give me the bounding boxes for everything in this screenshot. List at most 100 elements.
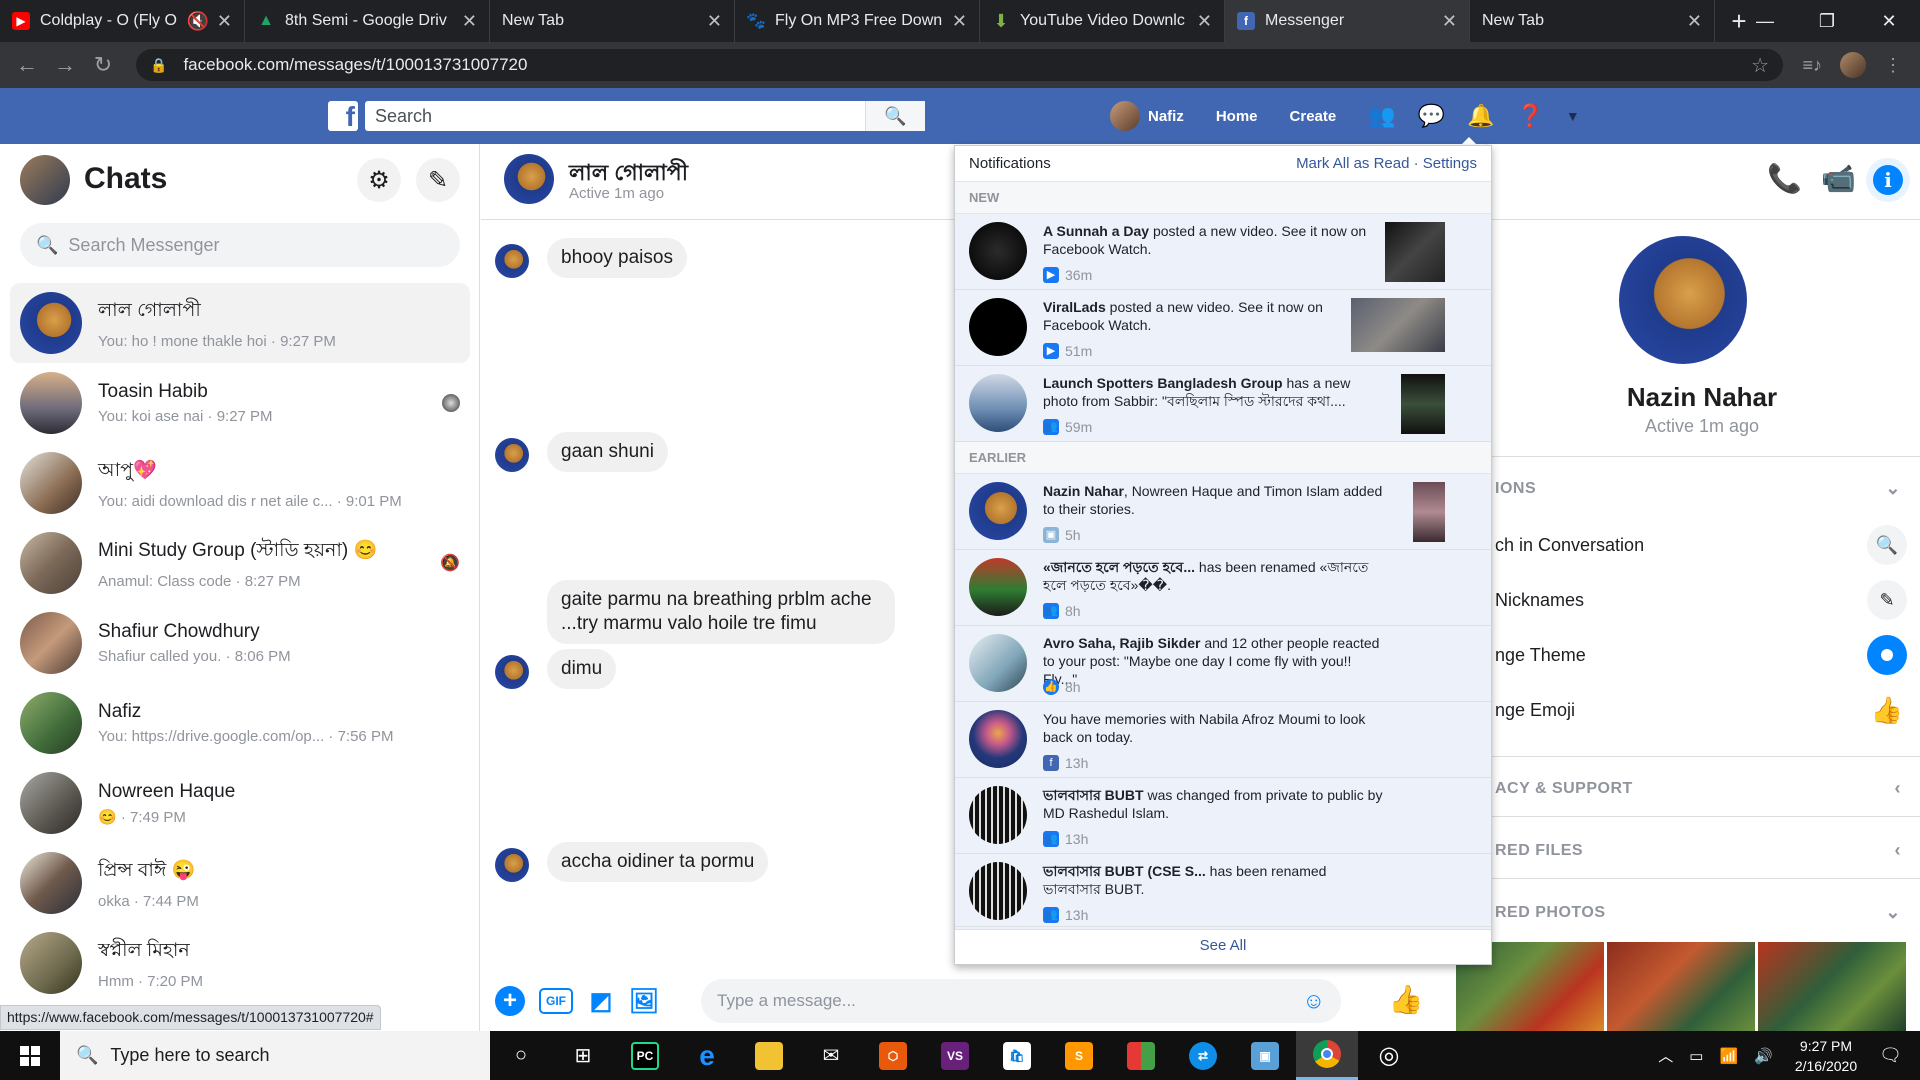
close-tab-icon[interactable]: ✕ xyxy=(1197,11,1212,32)
notification-item[interactable]: Avro Saha, Rajib Sikder and 12 other peo… xyxy=(955,626,1491,702)
close-window-icon[interactable]: ✕ xyxy=(1858,0,1920,42)
menu-dots-icon[interactable]: ⋮ xyxy=(1884,55,1902,76)
shared-photo[interactable] xyxy=(1758,942,1906,1031)
colorful-app-icon[interactable] xyxy=(1110,1031,1172,1080)
avatar[interactable] xyxy=(1619,236,1747,364)
bookmark-star-icon[interactable]: ☆ xyxy=(1751,53,1769,78)
edge-icon[interactable]: e xyxy=(676,1031,738,1080)
message-bubble[interactable]: gaite parmu na breathing prblm ache ...t… xyxy=(547,580,895,644)
browser-tab-6[interactable]: f Messenger ✕ xyxy=(1225,0,1470,42)
conversation-item[interactable]: লাল গোলাপী You: ho ! mone thakle hoi · 9… xyxy=(10,283,470,363)
notification-item[interactable]: Launch Spotters Bangladesh Group has a n… xyxy=(955,366,1491,442)
message-bubble[interactable]: accha oidiner ta pormu xyxy=(547,842,769,882)
profile-avatar[interactable] xyxy=(1840,52,1866,78)
notification-item[interactable]: ViralLads posted a new video. See it now… xyxy=(955,290,1491,366)
profile-link[interactable]: Nafiz xyxy=(1148,108,1184,125)
pycharm-icon[interactable]: PC xyxy=(614,1031,676,1080)
clock[interactable]: 9:27 PM 2/16/2020 xyxy=(1795,1036,1857,1076)
close-tab-icon[interactable]: ✕ xyxy=(1687,11,1702,32)
visual-studio-icon[interactable]: VS xyxy=(924,1031,986,1080)
browser-tab-4[interactable]: 🐾 Fly On MP3 Free Down ✕ xyxy=(735,0,980,42)
message-bubble[interactable]: bhooy paisos xyxy=(547,238,687,278)
close-tab-icon[interactable]: ✕ xyxy=(952,11,967,32)
minimize-icon[interactable]: — xyxy=(1734,0,1796,42)
search-icon[interactable]: 🔍 xyxy=(865,101,925,131)
avatar[interactable] xyxy=(20,155,70,205)
back-arrow-icon[interactable]: ← xyxy=(8,52,46,78)
search-in-conversation-row[interactable]: ch in Conversation 🔍 xyxy=(1487,525,1920,565)
options-header[interactable]: IONS ⌄ xyxy=(1487,478,1920,498)
home-link[interactable]: Home xyxy=(1216,108,1258,125)
forward-arrow-icon[interactable]: → xyxy=(46,52,84,78)
friend-requests-icon[interactable]: 👥 xyxy=(1368,103,1395,129)
notification-item[interactable]: A Sunnah a Day posted a new video. See i… xyxy=(955,214,1491,290)
nicknames-row[interactable]: Nicknames ✎ xyxy=(1487,580,1920,620)
restore-icon[interactable]: ❐ xyxy=(1796,0,1858,42)
shared-files-header[interactable]: RED FILES ‹ xyxy=(1487,840,1920,860)
speaker-muted-icon[interactable]: 🔇 xyxy=(186,11,208,32)
conversation-item[interactable]: Toasin Habib You: koi ase nai · 9:27 PM xyxy=(10,363,470,443)
phone-call-icon[interactable]: 📞 xyxy=(1767,162,1802,195)
virtualbox-icon[interactable]: ▣ xyxy=(1234,1031,1296,1080)
change-theme-row[interactable]: nge Theme xyxy=(1487,635,1920,675)
close-tab-icon[interactable]: ✕ xyxy=(217,11,232,32)
conversation-item[interactable]: Shafiur Chowdhury Shafiur called you. · … xyxy=(10,603,470,683)
battery-icon[interactable]: ▭ xyxy=(1689,1047,1703,1065)
conversation-item[interactable]: স্বপ্নীল মিহান Hmm · 7:20 PM xyxy=(10,923,470,1003)
conversation-item[interactable]: Mini Study Group (স্টাডি হয়না) 😊 Anamul… xyxy=(10,523,470,603)
file-explorer-icon[interactable] xyxy=(738,1031,800,1080)
conversation-item[interactable]: আপু💖 You: aidi download dis r net aile c… xyxy=(10,443,470,523)
sublime-text-icon[interactable]: S xyxy=(1048,1031,1110,1080)
notifications-bell-icon[interactable]: 🔔 xyxy=(1467,103,1494,129)
notification-item[interactable]: Nazin Nahar, Nowreen Haque and Timon Isl… xyxy=(955,474,1491,550)
taskbar-search-input[interactable]: 🔍 Type here to search xyxy=(60,1031,490,1080)
shared-photo[interactable] xyxy=(1607,942,1755,1031)
close-tab-icon[interactable]: ✕ xyxy=(462,11,477,32)
create-link[interactable]: Create xyxy=(1290,108,1337,125)
reload-icon[interactable]: ↻ xyxy=(84,52,122,78)
facebook-logo-icon[interactable]: f xyxy=(328,101,358,131)
browser-tab-7[interactable]: New Tab ✕ xyxy=(1470,0,1715,42)
store-icon[interactable]: 🛍 xyxy=(986,1031,1048,1080)
video-call-icon[interactable]: 📹 xyxy=(1821,162,1856,195)
mark-all-read-link[interactable]: Mark All as Read xyxy=(1296,155,1409,172)
html-editor-icon[interactable]: ⬡ xyxy=(862,1031,924,1080)
gif-icon[interactable]: GIF xyxy=(539,988,573,1014)
lock-icon[interactable]: 🔒 xyxy=(150,57,167,74)
chrome-icon[interactable] xyxy=(1296,1031,1358,1080)
close-tab-icon[interactable]: ✕ xyxy=(1442,11,1457,32)
message-input[interactable]: Type a message... ☺ xyxy=(701,979,1341,1023)
search-messenger-input[interactable]: 🔍 Search Messenger xyxy=(20,223,460,267)
message-bubble[interactable]: gaan shuni xyxy=(547,432,668,472)
notification-settings-link[interactable]: Settings xyxy=(1423,155,1477,172)
see-all-link[interactable]: See All xyxy=(955,926,1491,964)
settings-gear-icon[interactable]: ⚙ xyxy=(357,158,401,202)
show-hidden-icons-icon[interactable]: ︿ xyxy=(1658,1045,1673,1066)
profile-avatar[interactable] xyxy=(1110,101,1140,131)
thumbs-up-icon[interactable]: 👍 xyxy=(1389,984,1424,1015)
account-dropdown-icon[interactable]: ▼ xyxy=(1566,108,1580,124)
shared-photos-header[interactable]: RED PHOTOS ⌄ xyxy=(1487,902,1920,922)
address-bar[interactable]: 🔒 facebook.com/messages/t/10001373100772… xyxy=(136,49,1783,81)
sticker-icon[interactable]: ◩ xyxy=(586,986,616,1016)
browser-tab-5[interactable]: ⬇ YouTube Video Downlc ✕ xyxy=(980,0,1225,42)
notification-item[interactable]: ভালবাসার BUBT was changed from private t… xyxy=(955,778,1491,854)
browser-tab-3[interactable]: New Tab ✕ xyxy=(490,0,735,42)
media-control-icon[interactable]: ≡♪ xyxy=(1802,55,1822,76)
privacy-support-header[interactable]: ACY & SUPPORT ‹ xyxy=(1487,778,1920,798)
conversation-item[interactable]: প্রিন্স বাঈ 😜 okka · 7:44 PM xyxy=(10,843,470,923)
notification-item[interactable]: ভালবাসার BUBT (CSE S... has been renamed… xyxy=(955,854,1491,930)
emoji-icon[interactable]: ☺ xyxy=(1303,988,1325,1014)
new-message-button[interactable]: ✎ xyxy=(416,158,460,202)
notification-item[interactable]: You have memories with Nabila Afroz Moum… xyxy=(955,702,1491,778)
wifi-icon[interactable]: 📶 xyxy=(1719,1047,1738,1065)
plus-icon[interactable]: + xyxy=(495,986,525,1016)
help-icon[interactable]: ❓ xyxy=(1516,103,1543,129)
conversation-item[interactable]: Nafiz You: https://drive.google.com/op..… xyxy=(10,683,470,763)
teamviewer-icon[interactable]: ⇄ xyxy=(1172,1031,1234,1080)
browser-tab-2[interactable]: ▲ 8th Semi - Google Driv ✕ xyxy=(245,0,490,42)
task-view-timeline-icon[interactable]: ⊞ xyxy=(552,1031,614,1080)
windows-start-icon[interactable] xyxy=(0,1031,60,1080)
info-icon[interactable]: i xyxy=(1866,158,1910,202)
close-tab-icon[interactable]: ✕ xyxy=(707,11,722,32)
